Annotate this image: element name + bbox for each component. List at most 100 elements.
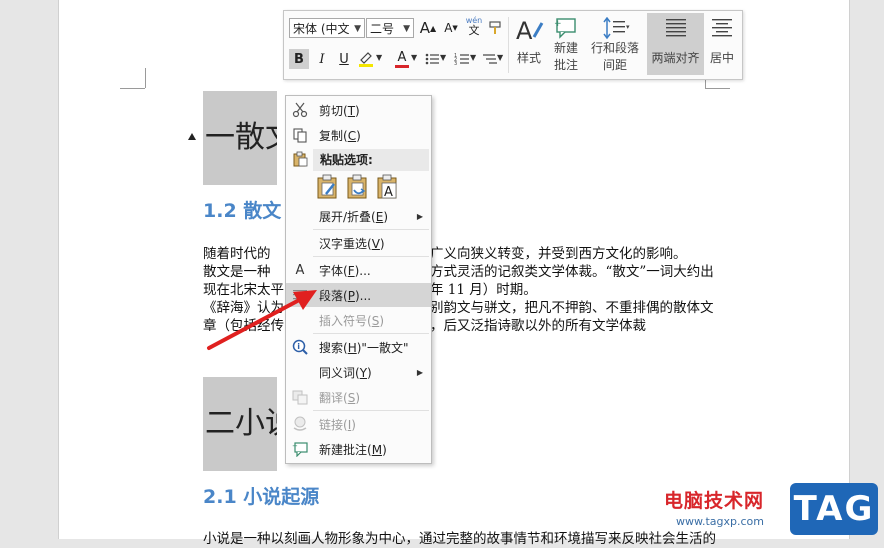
menu-item-expand-collapse[interactable]: 展开/折叠(E) ▶ [286, 204, 431, 228]
menu-item-label: 字体(F)... [319, 263, 371, 278]
styles-label: 样式 [516, 51, 541, 65]
menu-item-link[interactable]: 链接(I) [286, 412, 431, 436]
watermark-tag-logo: TAG [790, 483, 878, 535]
menu-item-translate[interactable]: 翻译(S) [286, 385, 431, 409]
paste-keep-format-icon [317, 174, 337, 199]
justify-button[interactable]: 两端对齐 [647, 13, 704, 75]
format-painter-icon [489, 21, 501, 34]
bold-button[interactable]: B [289, 49, 309, 69]
font-size-value: 二号 [370, 22, 395, 36]
cut-label: 剪切 [319, 103, 344, 118]
comment-icon: + [554, 18, 576, 39]
styles-icon: A [516, 17, 544, 45]
translate-label: 翻译 [319, 390, 344, 405]
paste-options-header: 粘贴选项: [313, 149, 429, 171]
chevron-down-icon[interactable]: ▼ [440, 53, 446, 62]
menu-item-font[interactable]: A 字体(F)... [286, 258, 431, 282]
toolbar-separator [508, 17, 509, 73]
collapse-triangle-icon[interactable] [188, 133, 196, 140]
link-label: 链接 [319, 417, 344, 432]
heading2-xiaoshuo[interactable]: 2.1 小说起源 [203, 482, 319, 509]
synonyms-label: 同义词 [319, 365, 356, 380]
para-line-1-right[interactable]: 广义向狭义转变，并受到西方文化的影响。 [430, 245, 687, 263]
menu-item-label: 搜索(H)"一散文" [319, 340, 409, 355]
link-key: I [347, 417, 352, 432]
para-line-4-right[interactable]: 别韵文与骈文，把凡不押韵、不重排偶的散体文 [430, 299, 714, 317]
menu-separator [313, 229, 429, 230]
new-comment-label: 新建批注 [319, 442, 368, 457]
paste-text-only-button[interactable]: A [376, 174, 400, 200]
center-button[interactable]: 居中 [706, 13, 738, 75]
svg-text:+: + [554, 19, 562, 29]
line-paragraph-spacing-button[interactable]: ▾ 行和段落 间距 [586, 13, 644, 75]
justify-icon [666, 19, 686, 37]
numbering-button[interactable]: 123 [452, 49, 472, 69]
underline-button[interactable]: U [334, 49, 354, 69]
phonetic-bottom-text: 文 [468, 24, 480, 37]
para-line-5-right[interactable]: ，后又泛指诗歌以外的所有文学体裁 [430, 317, 646, 335]
justify-label: 两端对齐 [651, 51, 700, 65]
heading1-xiaoshuo[interactable]: 二小说 [203, 377, 277, 471]
font-color-button[interactable]: A [392, 49, 412, 69]
chevron-down-icon: ▼ [354, 24, 361, 34]
para-line-1[interactable]: 随着时代的 [203, 245, 271, 263]
menu-item-reconvert[interactable]: 汉字重选(V) [286, 231, 431, 255]
numbered-list-icon: 123 [454, 53, 469, 67]
align-center-icon [712, 19, 732, 37]
expand-collapse-label: 展开/折叠 [319, 209, 372, 224]
format-painter-button[interactable] [485, 18, 505, 38]
menu-item-label: 插入符号(S) [319, 313, 385, 328]
submenu-arrow-icon: ▶ [416, 367, 423, 377]
menu-item-label: 段落(P)... [319, 288, 372, 303]
paragraph-key: P [347, 288, 355, 303]
chevron-down-icon[interactable]: ▼ [411, 53, 417, 62]
font-size-select[interactable]: 二号 ▼ [366, 18, 414, 38]
paste-merge-format-button[interactable] [346, 174, 370, 200]
menu-item-label: 剪切(T) [319, 103, 360, 118]
new-comment-key: M [371, 442, 383, 457]
font-name-value: 宋体 (中文 [293, 22, 350, 36]
search-key: H [347, 340, 357, 355]
menu-separator [313, 410, 429, 411]
heading1-sanwen[interactable]: 一散文 [203, 91, 277, 185]
para-bottom-line[interactable]: 小说是一种以刻画人物形象为中心，通过完整的故事情节和环境描写来反映社会生活的 [203, 530, 716, 548]
styles-button[interactable]: A 样式 [510, 13, 548, 75]
shrink-font-button[interactable]: A ▼ [441, 18, 461, 38]
menu-item-new-comment[interactable]: + 新建批注(M) [286, 437, 431, 461]
font-icon: A [295, 262, 305, 278]
para-line-2-right[interactable]: 方式灵活的记叙类文学体裁。“散文”一词大约出 [430, 263, 714, 281]
context-menu: 剪切(T) 复制(C) 粘贴选项: A 展开/折叠(E) ▶ 汉字重选(V) A… [285, 95, 432, 464]
chevron-down-icon[interactable]: ▼ [497, 53, 503, 62]
paste-keep-format-button[interactable] [316, 174, 340, 200]
svg-text:+: + [292, 442, 298, 450]
chevron-down-icon[interactable]: ▼ [376, 53, 382, 62]
menu-item-synonyms[interactable]: 同义词(Y) ▶ [286, 360, 431, 384]
multilevel-list-icon [483, 54, 497, 64]
page-corner-mark [705, 88, 730, 89]
translate-key: S [347, 390, 356, 405]
menu-separator [313, 333, 429, 334]
font-name-select[interactable]: 宋体 (中文 ▼ [289, 18, 365, 38]
submenu-arrow-icon: ▶ [416, 211, 423, 221]
menu-item-copy[interactable]: 复制(C) [286, 123, 431, 147]
menu-item-label: 同义词(Y) [319, 365, 372, 380]
highlighter-icon [359, 52, 373, 67]
cut-key: T [347, 103, 356, 118]
italic-button[interactable]: I [312, 49, 332, 69]
highlight-button[interactable] [356, 49, 376, 69]
chevron-down-icon[interactable]: ▼ [470, 53, 476, 62]
phonetic-guide-button[interactable]: wén 文 [464, 16, 484, 36]
heading2-sanwen[interactable]: 1.2 散文 [203, 196, 281, 223]
menu-item-cut[interactable]: 剪切(T) [286, 98, 431, 122]
svg-text:A: A [384, 185, 393, 200]
bullets-button[interactable] [422, 49, 442, 69]
copy-label: 复制 [319, 128, 344, 143]
menu-item-label: 链接(I) [319, 417, 356, 432]
grow-font-button[interactable]: A ▲ [418, 18, 438, 38]
para-line-2[interactable]: 散文是一种 [203, 263, 271, 281]
para-line-3-right[interactable]: 年 11 月）时期。 [430, 281, 537, 299]
red-arrow-annotation [207, 290, 317, 350]
new-comment-button[interactable]: + 新建 批注 [550, 13, 582, 75]
font-color-swatch [395, 64, 409, 68]
shrink-font-icon: A [444, 21, 453, 35]
